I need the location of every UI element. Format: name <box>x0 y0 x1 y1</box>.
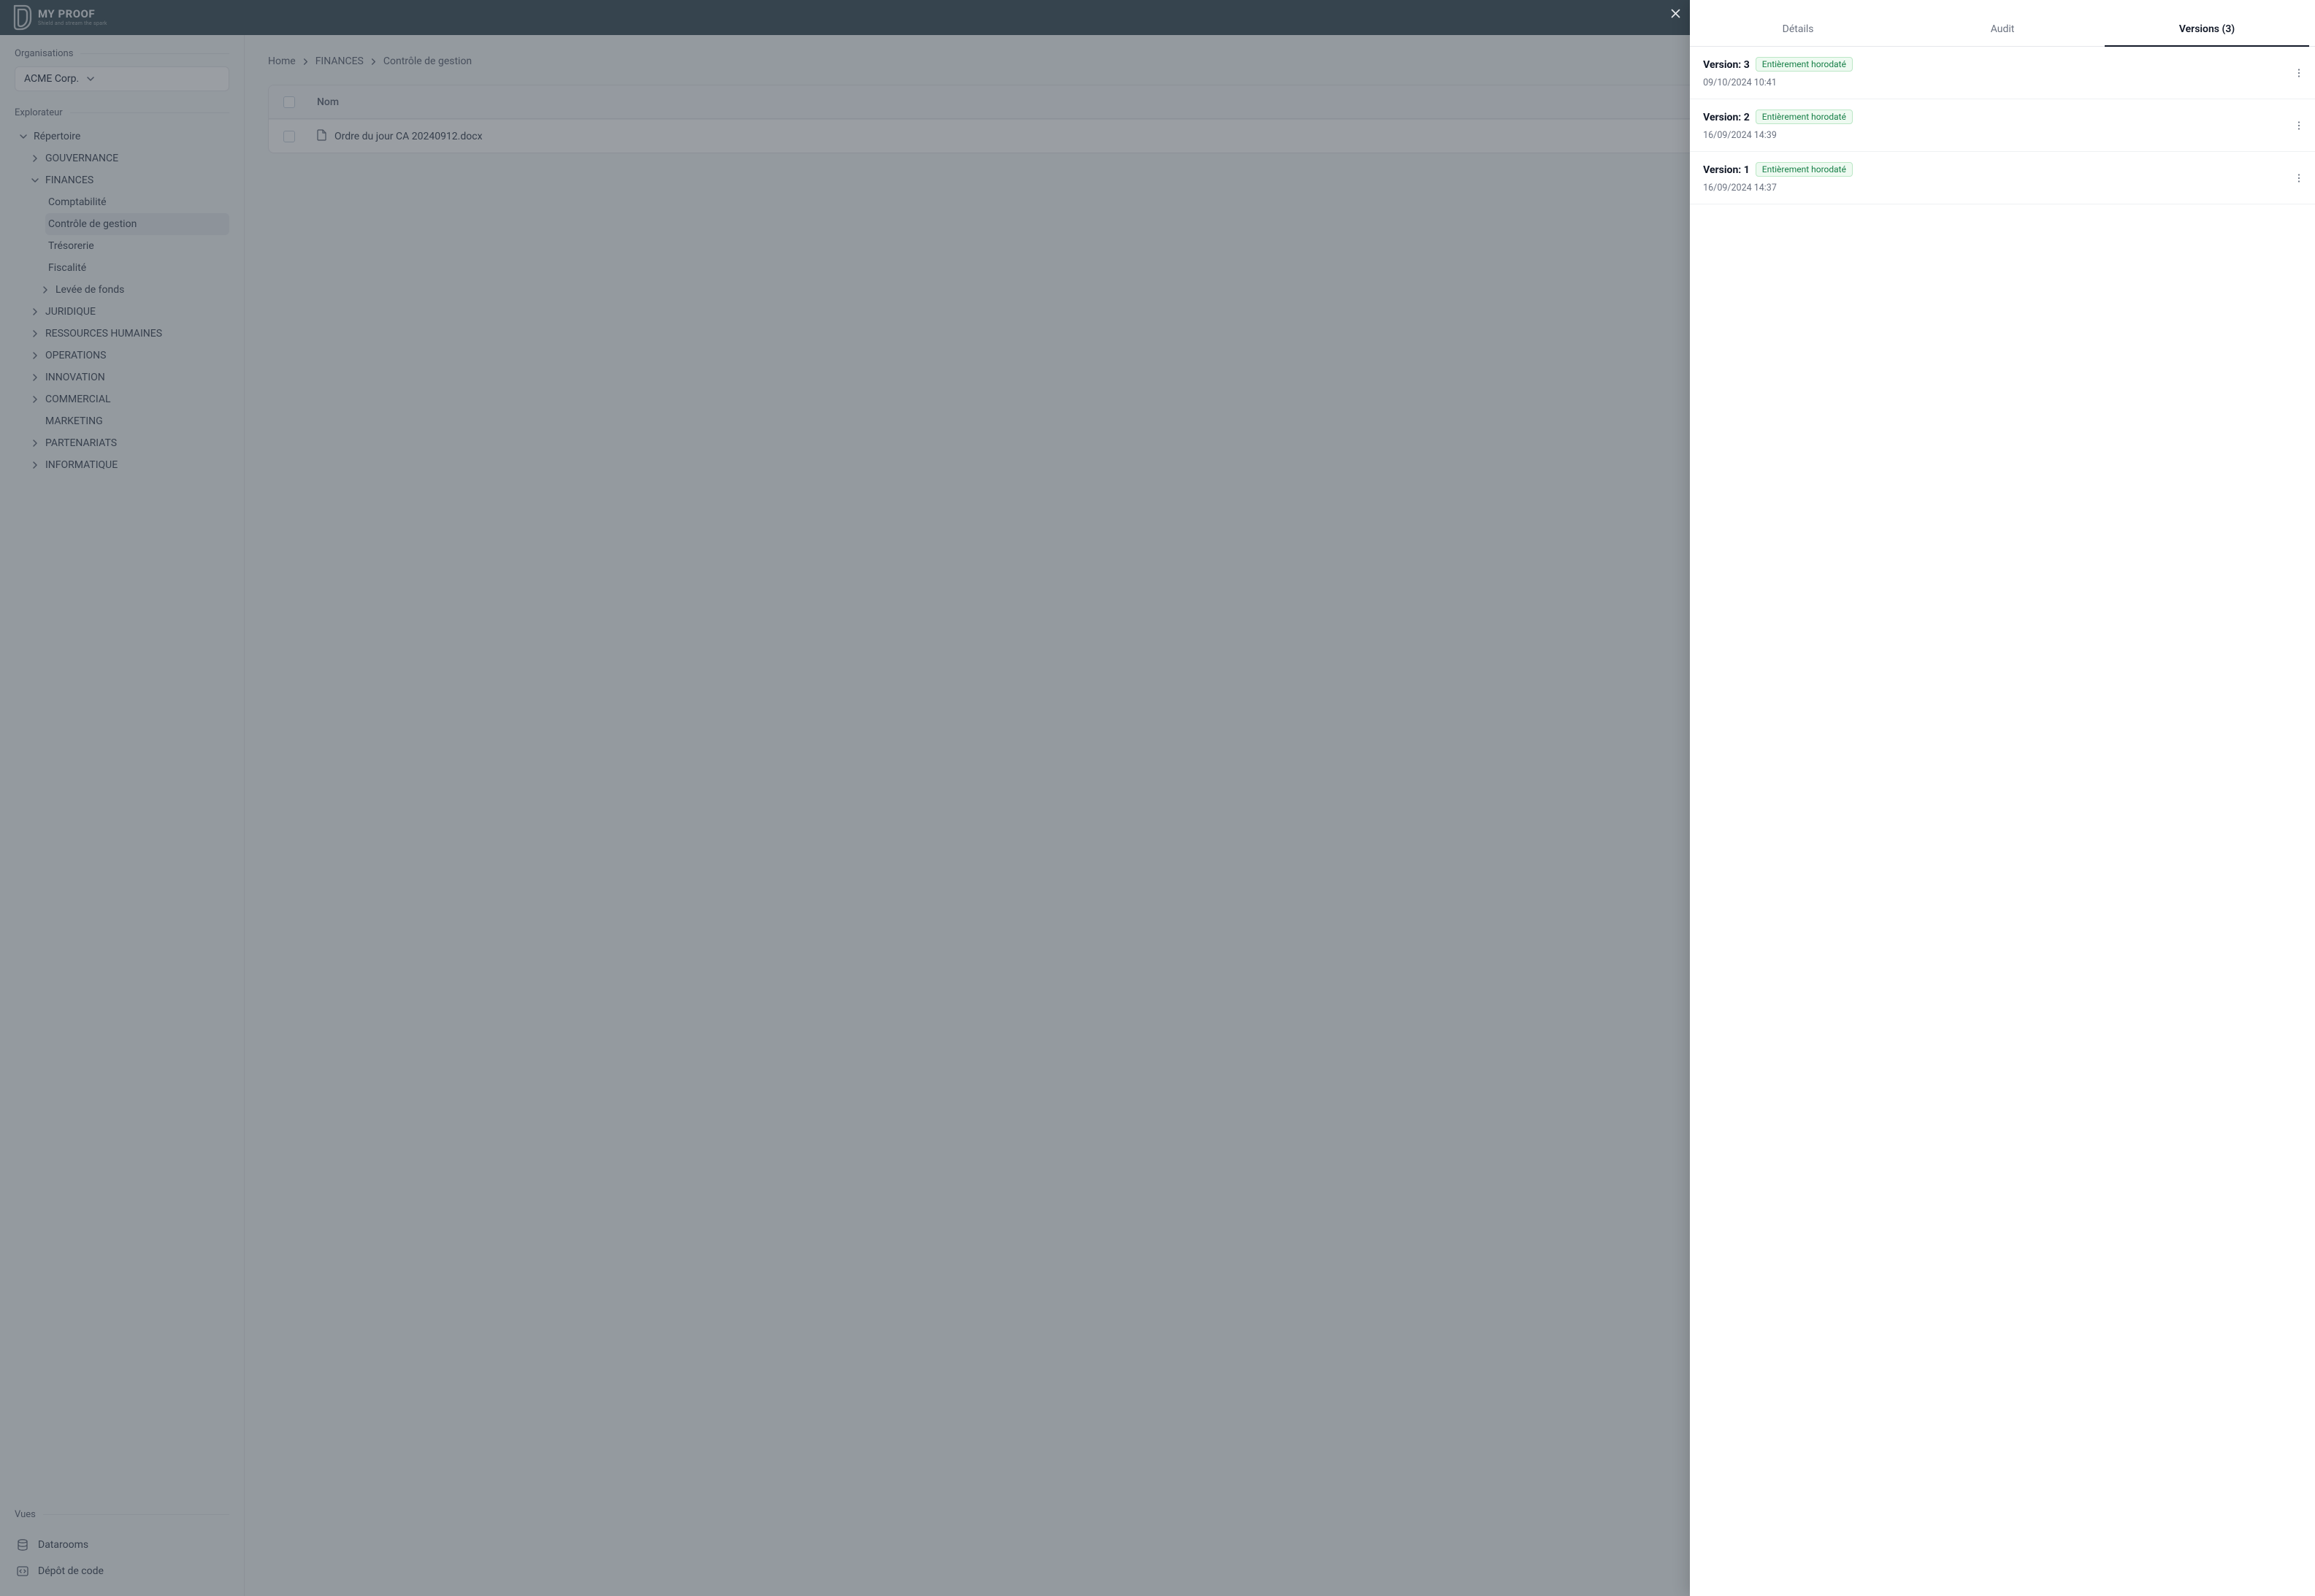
database-icon <box>16 1538 29 1551</box>
more-options-icon[interactable] <box>2290 169 2308 187</box>
org-selector[interactable]: ACME Corp. <box>15 66 229 91</box>
tab-versions[interactable]: Versions (3) <box>2105 13 2309 47</box>
chevron-down-icon <box>19 132 28 141</box>
file-name: Ordre du jour CA 20240912.docx <box>334 131 483 142</box>
breadcrumb-item[interactable]: Contrôle de gestion <box>383 55 472 67</box>
view-item-db[interactable]: Datarooms <box>10 1533 229 1557</box>
status-badge: Entièrement horodaté <box>1756 57 1853 72</box>
brand-name: MY PROOF <box>38 9 107 20</box>
explorer-tree: RépertoireGOUVERNANCEFINANCESComptabilit… <box>9 126 229 476</box>
tree-item[interactable]: Levée de fonds <box>35 279 229 301</box>
section-label-explorer: Explorateur <box>15 107 229 118</box>
tree-item[interactable]: INNOVATION <box>25 367 229 388</box>
section-label-orgs: Organisations <box>15 48 229 59</box>
chevron-right-icon <box>31 395 39 404</box>
tree-item[interactable]: Contrôle de gestion <box>45 213 229 235</box>
chevron-right-icon <box>31 329 39 338</box>
more-options-icon[interactable] <box>2290 64 2308 82</box>
file-icon <box>317 129 327 144</box>
select-all-checkbox[interactable] <box>283 96 295 108</box>
version-title: Version: 3 <box>1703 59 1750 71</box>
chevron-right-icon <box>31 154 39 163</box>
sidebar: Organisations ACME Corp. Explorateur Rép… <box>0 35 245 1596</box>
tree-root[interactable]: Répertoire <box>13 126 229 147</box>
tree-item[interactable]: Trésorerie <box>45 235 229 257</box>
status-badge: Entièrement horodaté <box>1756 110 1853 124</box>
details-drawer: Détails Audit Versions (3) Version: 3 Ent… <box>1690 0 2315 1596</box>
chevron-down-icon <box>31 176 39 185</box>
breadcrumb-item[interactable]: Home <box>268 55 296 67</box>
version-item[interactable]: Version: 3 Entièrement horodaté 09/10/2024… <box>1690 47 2315 99</box>
chevron-right-icon <box>31 351 39 360</box>
tree-item[interactable]: Fiscalité <box>45 257 229 279</box>
chevron-right-icon <box>302 58 310 66</box>
chevron-right-icon <box>31 373 39 382</box>
org-selected-label: ACME Corp. <box>24 73 79 85</box>
drawer-tabs: Détails Audit Versions (3) <box>1690 13 2315 47</box>
version-date: 16/09/2024 14:37 <box>1703 183 2302 193</box>
tab-details[interactable]: Détails <box>1696 13 1900 47</box>
tree-item[interactable]: INFORMATIQUE <box>25 454 229 476</box>
chevron-down-icon <box>86 74 95 83</box>
versions-list: Version: 3 Entièrement horodaté 09/10/2024… <box>1690 47 2315 1596</box>
views-list: DataroomsDépôt de code <box>10 1533 229 1583</box>
version-item[interactable]: Version: 1 Entièrement horodaté 16/09/2024… <box>1690 152 2315 204</box>
chevron-right-icon <box>370 58 378 66</box>
brand-tagline: Shield and stream the spark <box>38 21 107 26</box>
tree-item[interactable]: PARTENARIATS <box>25 432 229 454</box>
tree-item[interactable]: RESSOURCES HUMAINES <box>25 323 229 345</box>
chevron-right-icon <box>31 461 39 469</box>
close-icon[interactable] <box>1669 7 1682 20</box>
tree-item[interactable]: GOUVERNANCE <box>25 147 229 169</box>
version-title: Version: 1 <box>1703 164 1750 176</box>
view-item-code[interactable]: Dépôt de code <box>10 1559 229 1583</box>
tree-item[interactable]: JURIDIQUE <box>25 301 229 323</box>
tree-item[interactable]: OPERATIONS <box>25 345 229 367</box>
code-icon <box>16 1565 29 1578</box>
version-date: 09/10/2024 10:41 <box>1703 77 2302 88</box>
brand-logo[interactable]: MY PROOF Shield and stream the spark <box>10 4 107 31</box>
section-label-views: Vues <box>15 1509 229 1520</box>
tree-item[interactable]: FINANCES <box>25 169 229 191</box>
chevron-right-icon <box>41 285 50 294</box>
breadcrumb-item[interactable]: FINANCES <box>315 55 364 67</box>
tree-item[interactable]: MARKETING <box>25 410 229 432</box>
row-checkbox[interactable] <box>283 131 295 142</box>
status-badge: Entièrement horodaté <box>1756 162 1853 177</box>
version-date: 16/09/2024 14:39 <box>1703 130 2302 141</box>
version-title: Version: 2 <box>1703 112 1750 123</box>
brand-mark-icon <box>10 4 32 31</box>
version-item[interactable]: Version: 2 Entièrement horodaté 16/09/2024… <box>1690 99 2315 152</box>
chevron-right-icon <box>31 307 39 316</box>
chevron-right-icon <box>31 439 39 448</box>
more-options-icon[interactable] <box>2290 117 2308 134</box>
tab-audit[interactable]: Audit <box>1900 13 2105 47</box>
tree-item[interactable]: Comptabilité <box>45 191 229 213</box>
tree-item[interactable]: COMMERCIAL <box>25 388 229 410</box>
